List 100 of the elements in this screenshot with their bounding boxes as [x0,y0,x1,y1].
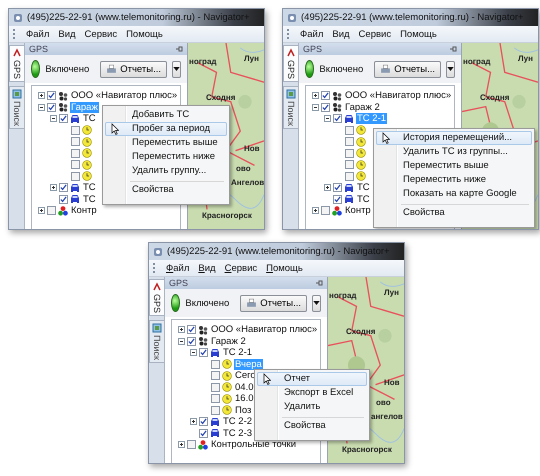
menu-item[interactable]: Файл [26,28,50,40]
checkbox[interactable] [345,126,354,135]
tree-item[interactable]: Контр [344,205,372,216]
dropdown-button[interactable] [446,60,455,78]
side-tab[interactable]: Поиск [149,320,164,363]
pin-icon[interactable] [449,46,457,52]
checkbox[interactable] [211,382,220,392]
context-menu-item[interactable]: Переместить выше [376,159,532,173]
checkbox[interactable] [71,126,80,135]
checkbox[interactable] [187,325,196,334]
menu-item[interactable]: Файл [300,28,324,40]
pin-icon[interactable] [175,46,183,52]
checkbox[interactable] [345,148,354,158]
tree-item[interactable]: ООО «Навигатор плюс» [344,90,452,102]
tree-item[interactable]: Контр [70,205,98,216]
checkbox[interactable] [333,194,342,204]
context-menu-item[interactable]: Отчет [257,372,367,386]
checkbox[interactable] [321,206,330,216]
checkbox[interactable] [187,336,196,346]
side-tab[interactable]: GPS [149,279,164,316]
checkbox[interactable] [59,183,68,192]
expand-toggle[interactable] [190,418,197,426]
collapse-toggle[interactable] [190,349,197,356]
expand-toggle[interactable] [38,207,45,214]
checkbox[interactable] [187,440,196,450]
side-tab[interactable]: GPS [283,45,298,82]
expand-toggle[interactable] [38,92,45,100]
checkbox[interactable] [199,348,208,358]
menu-item[interactable]: Сервис [358,28,392,40]
checkbox[interactable] [59,194,68,204]
checkbox[interactable] [47,206,56,216]
checkbox[interactable] [199,417,208,426]
pin-icon[interactable] [315,280,323,286]
expand-toggle[interactable] [312,92,319,100]
expand-toggle[interactable] [50,184,57,192]
context-menu-item[interactable]: Добавить ТС [105,108,227,122]
dropdown-button[interactable] [172,60,181,78]
expand-toggle[interactable] [178,326,185,334]
reports-button[interactable]: Отчеты... [374,60,441,78]
side-tab[interactable]: Поиск [283,86,298,129]
context-menu-item[interactable]: Удалить ТС из группы... [376,145,532,159]
checkbox[interactable] [321,102,330,112]
checkbox[interactable] [71,137,80,146]
reports-button[interactable]: Отчеты... [100,60,167,78]
tree-item[interactable]: Контрольные точки [210,439,297,450]
collapse-toggle[interactable] [38,104,45,111]
menu-item[interactable]: Файл [166,262,190,274]
expand-toggle[interactable] [324,184,331,192]
side-tab[interactable]: GPS [9,45,24,82]
context-menu-item[interactable]: Удалить [257,400,367,414]
menu-item[interactable]: Помощь [266,262,303,274]
context-menu-item[interactable]: Удалить группу... [105,164,227,178]
checkbox[interactable] [333,114,342,124]
checkbox[interactable] [47,91,56,100]
menu-item[interactable]: Помощь [400,28,437,40]
tree-item[interactable]: ТС [82,194,97,205]
collapse-toggle[interactable] [324,115,331,122]
context-menu-item[interactable]: Переместить выше [105,136,227,150]
checkbox[interactable] [47,102,56,112]
checkbox[interactable] [345,172,354,181]
expand-toggle[interactable] [312,207,319,214]
context-menu-item[interactable]: Показать на карте Google [376,187,532,201]
tree-item[interactable]: ТС [356,182,371,194]
checkbox[interactable] [321,91,330,100]
reports-button[interactable]: Отчеты... [240,294,307,312]
menu-item[interactable]: Сервис [224,262,258,274]
checkbox[interactable] [211,360,220,369]
tree-item[interactable]: 16.0 [234,393,254,404]
tree-item[interactable]: ТС 2-3 [222,428,254,439]
tree-item[interactable]: ООО «Навигатор плюс» [70,90,178,102]
checkbox[interactable] [211,394,220,404]
tree-item[interactable]: 04.0 [234,382,254,393]
tree-item[interactable]: ТС [356,194,371,205]
tree-item[interactable]: ООО «Навигатор плюс» [210,324,318,336]
tree-item[interactable]: ТС [82,182,97,194]
menu-item[interactable]: Помощь [126,28,163,40]
expand-toggle[interactable] [178,441,185,448]
tree-item[interactable]: Поз [234,404,252,416]
context-menu-item[interactable]: История перемещений... [376,131,532,145]
checkbox[interactable] [345,137,354,146]
checkbox[interactable] [71,148,80,158]
checkbox[interactable] [199,428,208,438]
context-menu-item[interactable]: Переместить ниже [105,150,227,164]
checkbox[interactable] [71,160,80,170]
context-menu-item[interactable]: Пробег за период [105,122,227,136]
side-tab[interactable]: Поиск [9,86,24,129]
collapse-toggle[interactable] [312,104,319,111]
tree-item[interactable]: ТС 2-2 [222,416,254,428]
tree-item[interactable]: Гараж 2 [344,102,381,113]
tree-item[interactable]: ТС [82,113,97,124]
checkbox[interactable] [345,160,354,170]
context-menu-item[interactable]: Экспорт в Excel [257,386,367,400]
checkbox[interactable] [59,114,68,124]
collapse-toggle[interactable] [178,338,185,345]
checkbox[interactable] [211,406,220,415]
tree-item[interactable]: Гараж 2 [210,336,247,347]
dropdown-button[interactable] [312,294,321,312]
menu-item[interactable]: Вид [198,262,216,274]
checkbox[interactable] [71,172,80,181]
menu-item[interactable]: Сервис [84,28,118,40]
